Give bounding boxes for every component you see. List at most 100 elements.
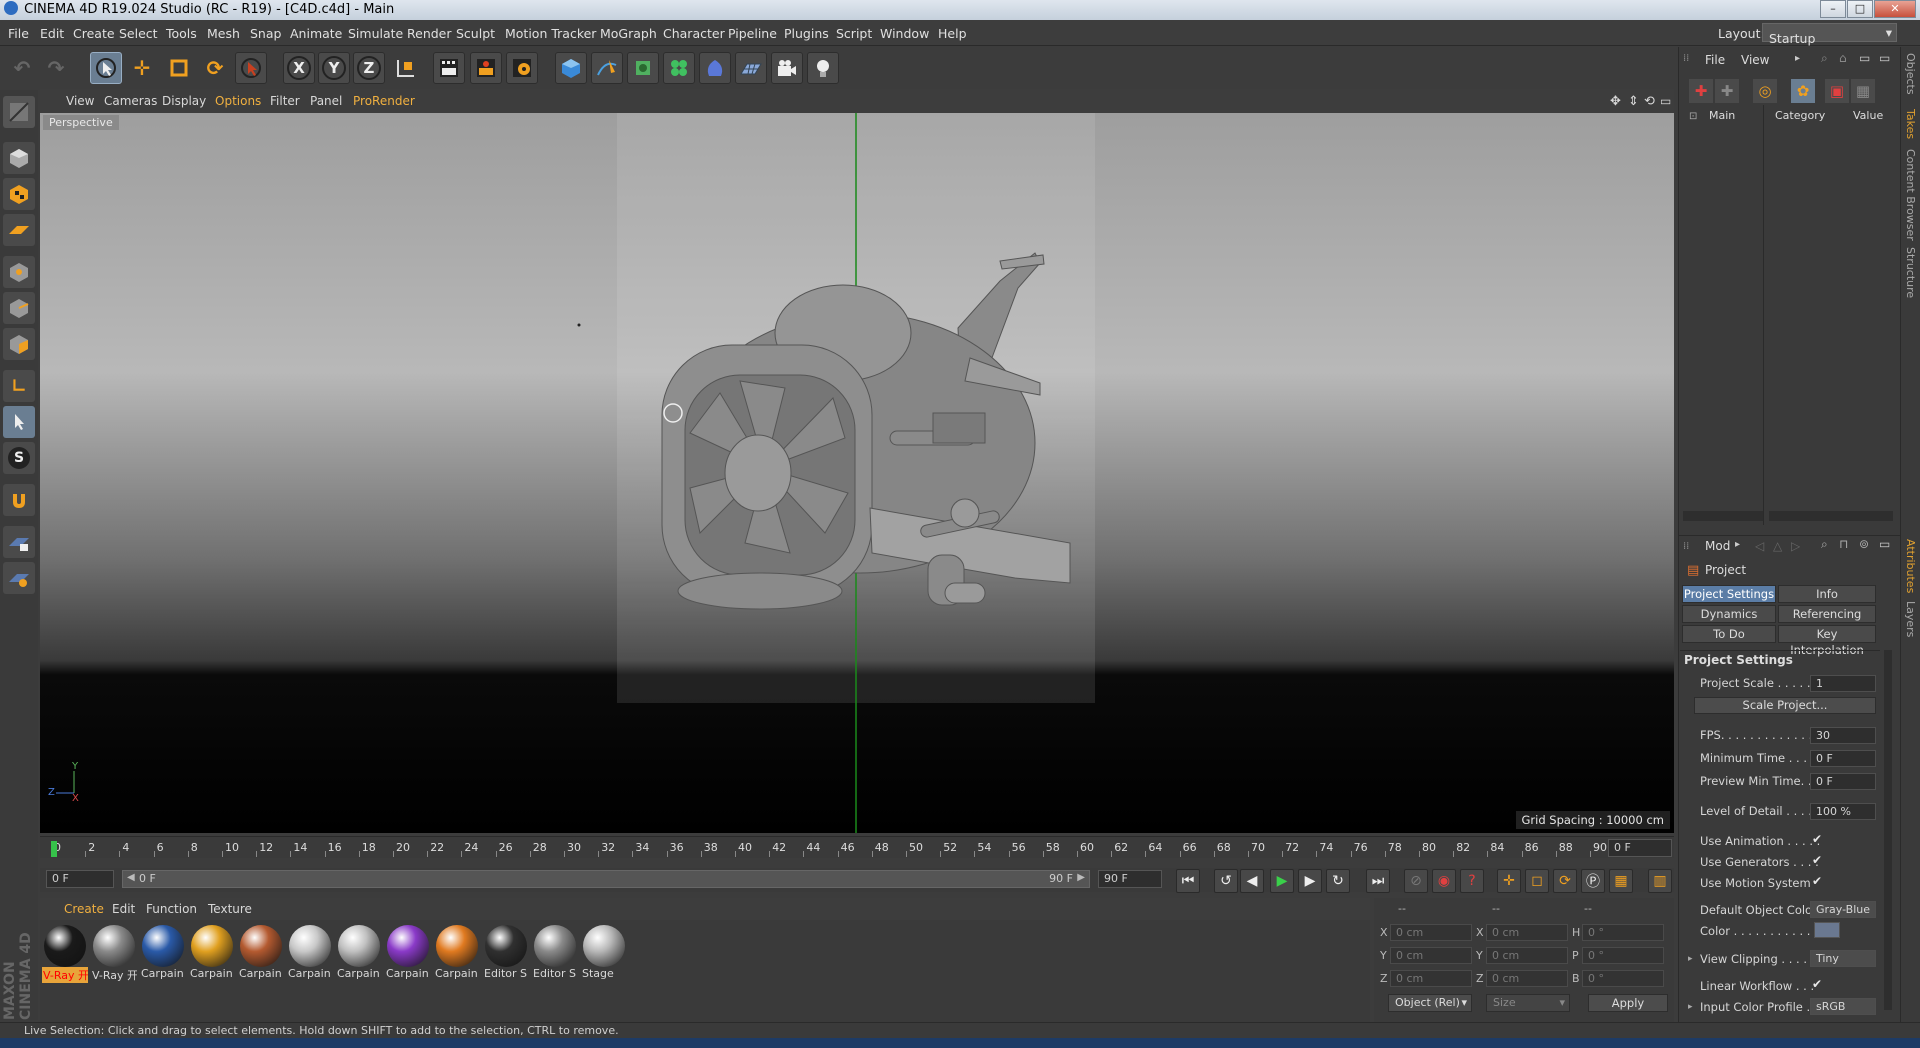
material-item[interactable]: Carpain <box>434 925 480 983</box>
record-pla-icon[interactable]: ▦ <box>1609 869 1633 893</box>
edit-render-settings-icon[interactable] <box>506 52 538 84</box>
next-frame-icon[interactable]: ▶ <box>1298 869 1322 893</box>
menu-mesh[interactable]: Mesh <box>207 26 240 41</box>
linear-workflow-checkbox[interactable]: ✔ <box>1812 977 1822 991</box>
render-view-icon[interactable] <box>433 52 465 84</box>
viewport-menu-panel[interactable]: Panel <box>310 94 342 108</box>
coordinate-system-icon[interactable] <box>390 52 422 84</box>
axis-mode-icon[interactable]: ∟ <box>3 370 35 402</box>
menu-script[interactable]: Script <box>836 26 872 41</box>
default-object-color-select[interactable]: Gray-Blue <box>1810 901 1876 918</box>
material-item[interactable]: Carpain <box>189 925 235 983</box>
move-icon[interactable]: ✛ <box>126 52 158 84</box>
edges-mode-icon[interactable] <box>3 292 35 324</box>
scale-icon[interactable] <box>163 52 195 84</box>
tab-dynamics[interactable]: Dynamics <box>1682 605 1776 623</box>
expand-arrow-icon[interactable]: ▸ <box>1688 1002 1693 1012</box>
objects-menu-view[interactable]: View <box>1741 53 1769 67</box>
menu-file[interactable]: File <box>8 26 29 41</box>
tab-objects[interactable]: Objects <box>1904 53 1917 95</box>
add-take-icon[interactable]: ✚ <box>1689 79 1713 103</box>
menu-plugins[interactable]: Plugins <box>784 26 829 41</box>
menu-mograph[interactable]: MoGraph <box>600 26 657 41</box>
coordinate-mode-select[interactable]: Object (Rel) ▾ <box>1388 994 1472 1012</box>
coord-value-field[interactable]: 0 ° <box>1582 947 1664 964</box>
play-icon[interactable]: ▶ <box>1270 869 1294 893</box>
points-mode-icon[interactable] <box>3 256 35 288</box>
tab-layers[interactable]: Layers <box>1904 601 1917 637</box>
material-menu-edit[interactable]: Edit <box>112 902 135 916</box>
minimize-button[interactable]: – <box>1820 0 1846 18</box>
coord-value-field[interactable]: 0 ° <box>1582 924 1664 941</box>
tab-to-do[interactable]: To Do <box>1682 625 1776 643</box>
magnet-icon[interactable] <box>3 484 35 516</box>
forward-arrow-icon[interactable]: ▷ <box>1791 539 1800 553</box>
overrides-icon[interactable]: ▦ <box>1851 79 1875 103</box>
material-item[interactable]: V-Ray 开 <box>91 925 137 983</box>
fps-field[interactable]: 30 <box>1810 727 1876 744</box>
menu-sculpt[interactable]: Sculpt <box>456 26 495 41</box>
viewport-zoom-icon[interactable]: ⇕ <box>1628 94 1639 109</box>
viewport-menu-view[interactable]: View <box>66 94 94 108</box>
tab-referencing[interactable]: Referencing <box>1778 605 1876 623</box>
timeline-ruler[interactable]: 0 2 4 6 8 10 12 14 16 18 20 22 24 26 28 30 32 34 36 38 40 42 4… <box>40 836 1674 858</box>
keyframe-selection-icon[interactable]: ? <box>1460 869 1484 893</box>
tweak-mode-icon[interactable] <box>3 406 35 438</box>
record-scale-icon[interactable]: ◻ <box>1525 869 1549 893</box>
panel-menu-icon[interactable]: ▭ <box>1879 51 1890 65</box>
up-arrow-icon[interactable]: △ <box>1773 539 1782 553</box>
menu-help[interactable]: Help <box>938 26 967 41</box>
new-view-icon[interactable]: ▭ <box>1859 51 1870 65</box>
viewport-menu-cameras[interactable]: Cameras <box>104 94 157 108</box>
expand-arrow-icon[interactable]: ▸ <box>1688 954 1693 964</box>
coord-value-field[interactable]: 0 cm <box>1486 970 1568 987</box>
coord-value-field[interactable]: 0 cm <box>1486 924 1568 941</box>
new-attribute-manager-icon[interactable]: ▭ <box>1879 537 1890 551</box>
material-item[interactable]: V-Ray 开 <box>42 925 88 983</box>
deformer-icon[interactable] <box>699 52 731 84</box>
menu-animate[interactable]: Animate <box>290 26 342 41</box>
tab-key-interpolation[interactable]: Key Interpolation <box>1778 625 1876 657</box>
previous-key-icon[interactable]: ↺ <box>1214 869 1238 893</box>
material-item[interactable]: Editor S <box>532 925 578 983</box>
pen-spline-icon[interactable] <box>591 52 623 84</box>
view-clipping-select[interactable]: Tiny <box>1810 950 1876 967</box>
tab-content-browser[interactable]: Content Browser <box>1904 149 1917 241</box>
coord-value-field[interactable]: 0 cm <box>1390 947 1472 964</box>
menu-window[interactable]: Window <box>880 26 929 41</box>
tab-attributes[interactable]: Attributes <box>1904 539 1917 593</box>
record-keys-icon[interactable]: ⊘ <box>1404 869 1428 893</box>
menu-simulate[interactable]: Simulate <box>348 26 403 41</box>
size-mode-select[interactable]: Size ▾ <box>1486 994 1570 1012</box>
search-icon[interactable]: ⌕ <box>1821 51 1828 66</box>
menu-character[interactable]: Character <box>663 26 725 41</box>
search-icon[interactable]: ⌕ <box>1821 537 1828 552</box>
record-parameter-icon[interactable]: Ⓟ <box>1581 869 1605 893</box>
takes-scrollbar-left[interactable] <box>1683 511 1763 521</box>
maximize-button[interactable]: □ <box>1847 0 1873 18</box>
y-axis-icon[interactable]: Y <box>318 52 350 84</box>
menu-tools[interactable]: Tools <box>166 26 197 41</box>
previous-frame-icon[interactable]: ◀ <box>1240 869 1264 893</box>
preview-min-time-field[interactable]: 0 F <box>1810 773 1876 790</box>
material-menu-create[interactable]: Create <box>64 902 104 916</box>
more-arrow-icon[interactable]: ▸ <box>1735 539 1740 550</box>
material-menu-function[interactable]: Function <box>146 902 197 916</box>
end-frame-field[interactable]: 90 F <box>1098 870 1162 888</box>
tab-project-settings[interactable]: Project Settings <box>1682 585 1776 603</box>
go-to-start-icon[interactable]: ⏮ <box>1176 869 1200 893</box>
current-frame-field[interactable]: 0 F <box>1608 839 1672 857</box>
tab-structure[interactable]: Structure <box>1904 247 1917 298</box>
go-to-end-icon[interactable]: ⏭ <box>1366 869 1390 893</box>
scale-project-button[interactable]: Scale Project... <box>1694 697 1876 714</box>
material-menu-texture[interactable]: Texture <box>208 902 252 916</box>
polygons-mode-icon[interactable] <box>3 328 35 360</box>
material-item[interactable]: Carpain <box>385 925 431 983</box>
start-frame-field[interactable]: 0 F <box>46 870 114 888</box>
timeline-window-icon[interactable]: ▥ <box>1648 869 1672 893</box>
subdivision-icon[interactable] <box>627 52 659 84</box>
3d-viewport[interactable]: Perspective Y Z X Grid Spacing: 10000 c… <box>40 113 1674 833</box>
menu-create[interactable]: Create <box>73 26 115 41</box>
apply-button[interactable]: Apply <box>1588 994 1668 1012</box>
z-axis-icon[interactable]: Z <box>353 52 385 84</box>
